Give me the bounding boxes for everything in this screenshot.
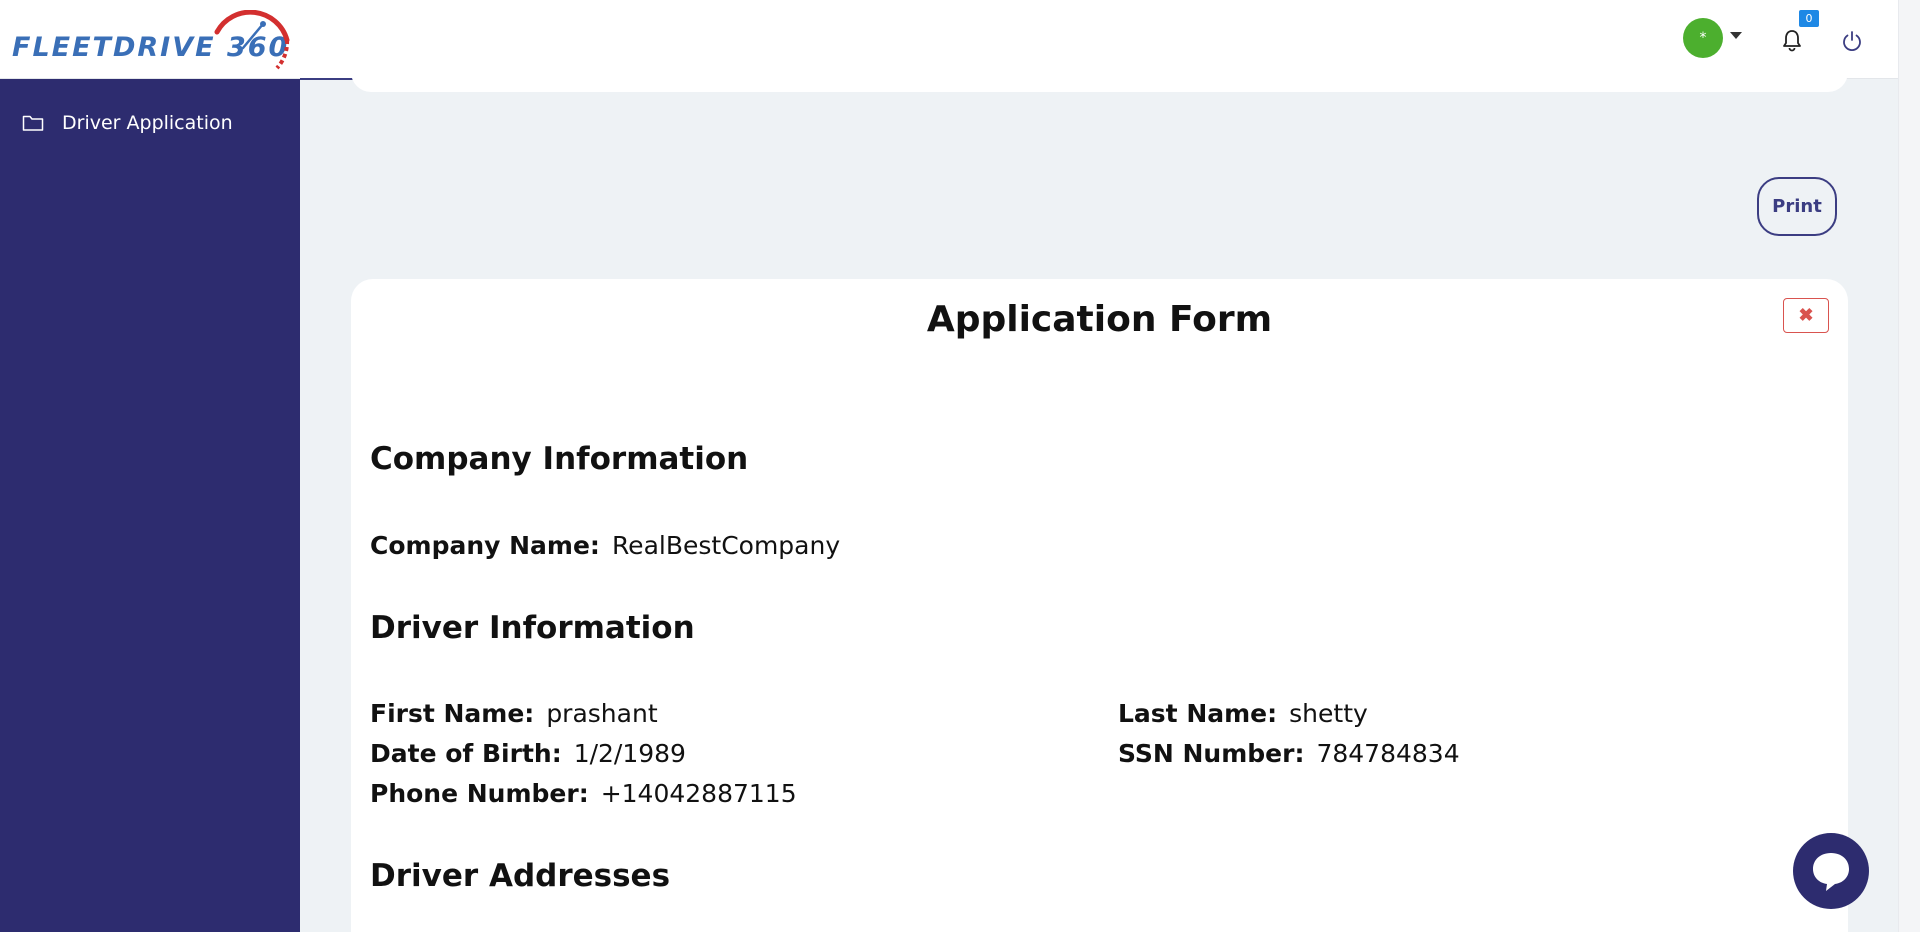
ssn-number-field: SSN Number: 784784834 bbox=[1118, 739, 1460, 768]
scrollbar[interactable] bbox=[1898, 0, 1920, 932]
form-title: Application Form bbox=[926, 299, 1273, 340]
company-name-field: Company Name: RealBestCompany bbox=[370, 531, 840, 560]
sidebar-item-label: Driver Application bbox=[62, 112, 233, 134]
fleetdrive-logo[interactable]: FLEETDRIVE 360 bbox=[10, 10, 295, 70]
company-information-heading: Company Information bbox=[370, 441, 749, 477]
user-avatar[interactable]: * bbox=[1683, 18, 1723, 58]
phone-number-value: +14042887115 bbox=[600, 779, 797, 808]
first-name-value: prashant bbox=[546, 699, 658, 728]
date-of-birth-label: Date of Birth: bbox=[370, 739, 562, 768]
ssn-number-value: 784784834 bbox=[1316, 739, 1460, 768]
chat-bubble-icon bbox=[1813, 853, 1849, 891]
first-name-field: First Name: prashant bbox=[370, 699, 658, 728]
previous-card-bottom bbox=[351, 60, 1848, 92]
ssn-number-label: SSN Number: bbox=[1118, 739, 1305, 768]
sidebar-item-driver-application[interactable]: Driver Application bbox=[0, 103, 300, 143]
date-of-birth-value: 1/2/1989 bbox=[573, 739, 686, 768]
phone-number-field: Phone Number: +14042887115 bbox=[370, 779, 797, 808]
company-name-value: RealBestCompany bbox=[611, 531, 841, 560]
first-name-label: First Name: bbox=[370, 699, 535, 728]
company-name-label: Company Name: bbox=[370, 531, 600, 560]
power-icon[interactable] bbox=[1841, 30, 1863, 52]
sidebar: Driver Application bbox=[0, 79, 300, 932]
driver-information-heading: Driver Information bbox=[370, 610, 695, 646]
speedometer-logo-icon bbox=[214, 10, 290, 70]
last-name-value: shetty bbox=[1289, 699, 1368, 728]
phone-number-label: Phone Number: bbox=[370, 779, 589, 808]
application-form-card: Application Form ✖ Company Information C… bbox=[351, 279, 1848, 932]
driver-addresses-heading: Driver Addresses bbox=[370, 858, 671, 894]
bell-icon[interactable] bbox=[1781, 28, 1803, 52]
print-button[interactable]: Print bbox=[1757, 177, 1837, 236]
date-of-birth-field: Date of Birth: 1/2/1989 bbox=[370, 739, 686, 768]
chat-widget-button[interactable] bbox=[1793, 833, 1869, 909]
close-button[interactable]: ✖ bbox=[1783, 298, 1829, 333]
notification-count-badge: 0 bbox=[1799, 10, 1819, 27]
folder-icon bbox=[22, 115, 44, 131]
last-name-label: Last Name: bbox=[1118, 699, 1278, 728]
last-name-field: Last Name: shetty bbox=[1118, 699, 1368, 728]
chevron-down-icon[interactable] bbox=[1730, 32, 1742, 39]
